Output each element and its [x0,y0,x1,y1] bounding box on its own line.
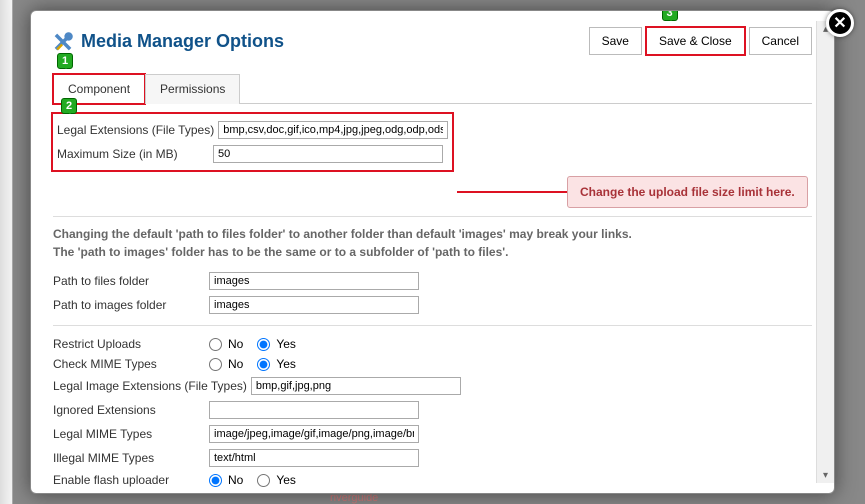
path-files-label: Path to files folder [53,274,209,288]
legal-img-ext-input[interactable] [251,377,461,395]
divider [53,325,812,326]
cancel-button[interactable]: Cancel [749,27,812,55]
ignored-ext-input[interactable] [209,401,419,419]
path-files-input[interactable] [209,272,419,290]
flash-label: Enable flash uploader [53,473,209,487]
max-size-input[interactable] [213,145,443,163]
illegal-mime-label: Illegal MIME Types [53,451,209,465]
legal-img-ext-label: Legal Image Extensions (File Types) [53,379,247,393]
legal-mime-input[interactable] [209,425,419,443]
illegal-mime-input[interactable] [209,449,419,467]
save-button[interactable]: Save [589,27,642,55]
restrict-no-radio[interactable] [209,338,222,351]
warning-note: Changing the default 'path to files fold… [53,225,812,261]
page-title: Media Manager Options [81,31,284,52]
legal-mime-label: Legal MIME Types [53,427,209,441]
annotation-callout: Change the upload file size limit here. [567,176,808,208]
mime-no-radio[interactable] [209,358,222,371]
ignored-ext-label: Ignored Extensions [53,403,209,417]
tools-icon [53,32,73,52]
legal-ext-input[interactable] [218,121,448,139]
path-images-label: Path to images folder [53,298,209,312]
callout-connector [457,191,567,193]
tab-bar: Component Permissions [53,73,812,104]
radio-yes-label: Yes [276,337,296,351]
flash-no-radio[interactable] [209,474,222,487]
tab-permissions[interactable]: Permissions [145,74,240,104]
toolbar: 3 Save Save & Close Cancel [589,27,812,55]
marker-1: 1 [57,53,73,69]
max-size-label: Maximum Size (in MB) [57,147,213,161]
close-icon[interactable]: ✕ [826,9,854,37]
save-close-button[interactable]: Save & Close [646,27,745,55]
restrict-label: Restrict Uploads [53,337,209,351]
options-modal: ✕ ▴ ▾ Media Manager Options 3 Save Save … [30,10,835,494]
flash-yes-radio[interactable] [257,474,270,487]
legal-ext-label: Legal Extensions (File Types) [57,123,214,137]
divider [53,216,812,217]
marker-3: 3 [662,11,678,21]
restrict-yes-radio[interactable] [257,338,270,351]
path-images-input[interactable] [209,296,419,314]
mime-yes-radio[interactable] [257,358,270,371]
check-mime-label: Check MIME Types [53,357,209,371]
radio-no-label: No [228,337,243,351]
marker-2: 2 [61,98,77,114]
